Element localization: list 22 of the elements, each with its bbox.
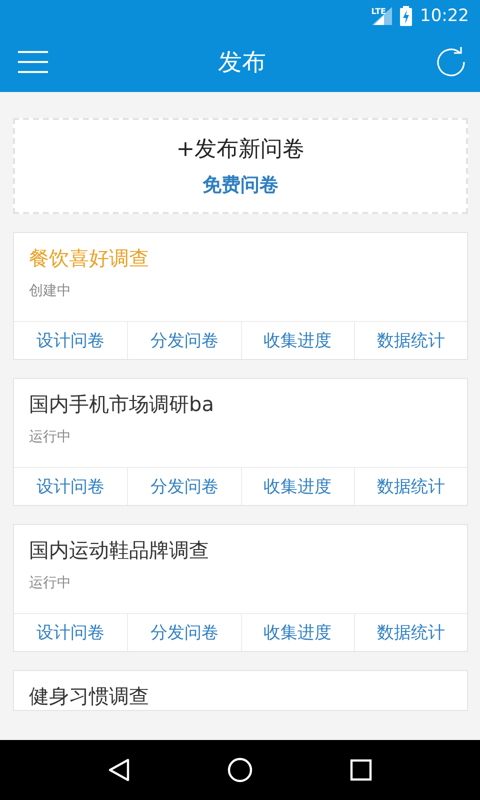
- survey-card[interactable]: 健身习惯调查: [13, 670, 468, 711]
- page-title: 发布: [218, 47, 266, 78]
- network-type: LTE: [371, 7, 386, 16]
- clock: 10:22: [420, 6, 469, 26]
- back-icon[interactable]: [108, 758, 130, 782]
- menu-icon[interactable]: [18, 51, 48, 73]
- battery-icon: [400, 6, 412, 26]
- survey-card[interactable]: 国内手机市场调研ba 运行中 设计问卷 分发问卷 收集进度 数据统计: [13, 378, 468, 506]
- survey-title: 国内手机市场调研ba: [29, 391, 215, 418]
- publish-new-survey-button[interactable]: +发布新问卷 免费问卷: [13, 118, 468, 214]
- survey-title: 健身习惯调查: [29, 683, 150, 710]
- refresh-icon[interactable]: [436, 47, 466, 77]
- recents-icon[interactable]: [350, 759, 372, 781]
- survey-card[interactable]: 餐饮喜好调查 创建中 设计问卷 分发问卷 收集进度 数据统计: [13, 232, 468, 360]
- survey-title: 国内运动鞋品牌调查: [29, 537, 210, 564]
- survey-status: 运行中: [29, 428, 72, 446]
- home-icon[interactable]: [226, 757, 253, 783]
- signal-icon: [372, 7, 392, 25]
- survey-card[interactable]: 国内运动鞋品牌调查 运行中 设计问卷 分发问卷 收集进度 数据统计: [13, 524, 468, 652]
- survey-status: 运行中: [29, 574, 72, 592]
- survey-title: 餐饮喜好调查: [29, 245, 150, 272]
- survey-status: 创建中: [29, 282, 72, 300]
